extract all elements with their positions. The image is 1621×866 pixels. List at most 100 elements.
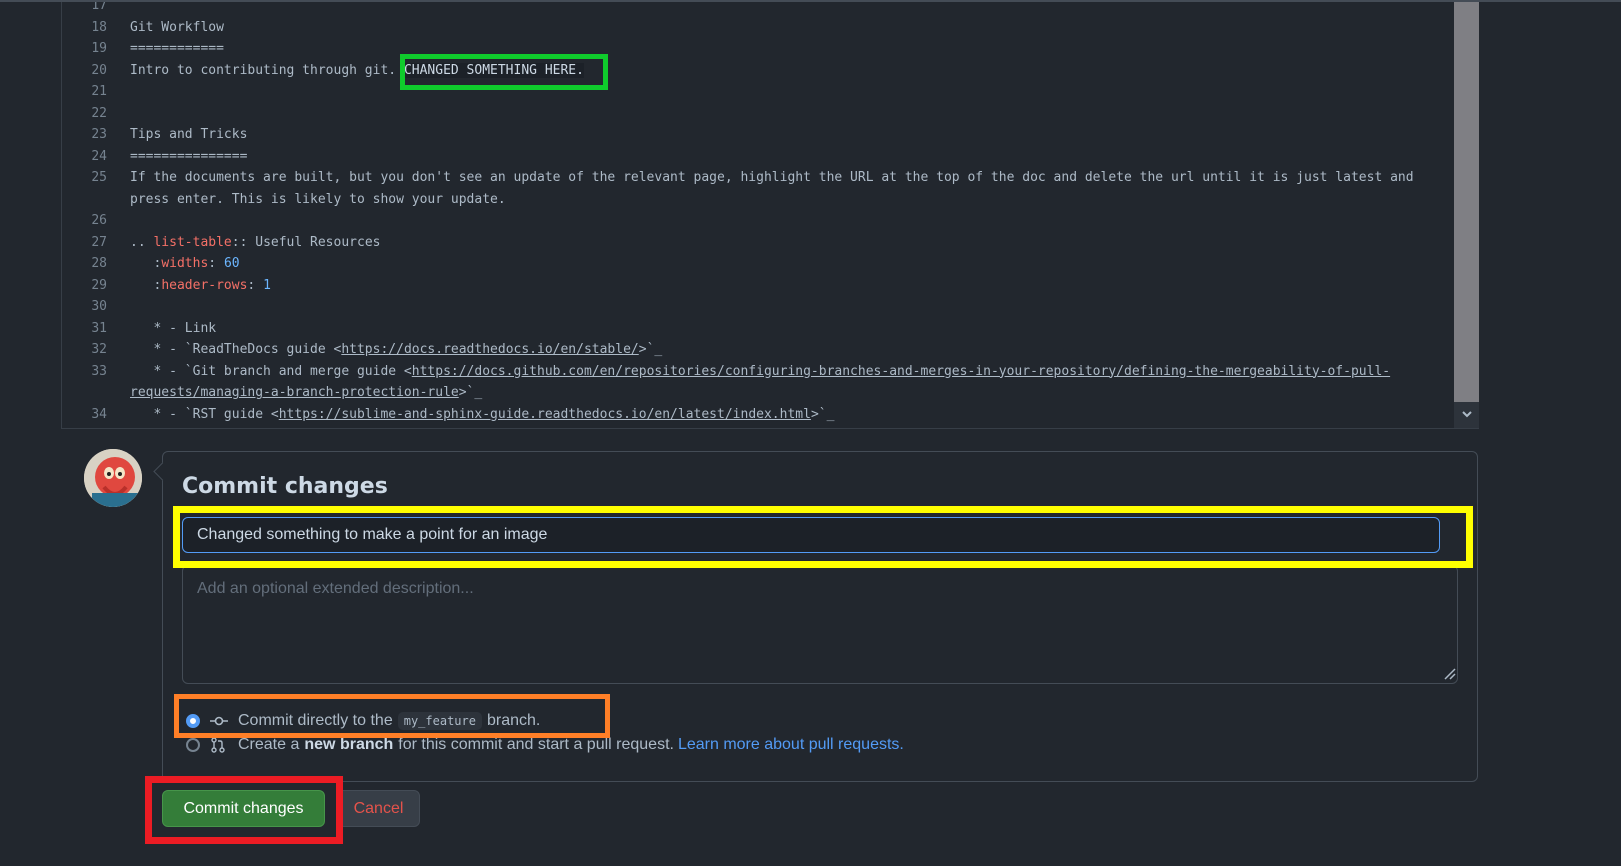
- line-prefix: * - `ReadTheDocs guide <: [130, 342, 342, 357]
- line-number: 31: [91, 320, 107, 336]
- line-content: Tips and Tricks: [130, 127, 248, 142]
- line-number: 27: [91, 234, 107, 250]
- option-direct-text: Commit directly to the: [238, 712, 393, 729]
- user-avatar: [84, 449, 142, 507]
- line-text: If the documents are built, but you don'…: [130, 167, 1414, 189]
- code-line[interactable]: 23 Tips and Tricks: [62, 124, 1453, 146]
- code-line[interactable]: requests/managing-a-branch-protection-ru…: [62, 382, 1453, 404]
- line-number: 29: [91, 277, 107, 293]
- code-line[interactable]: 24 ===============: [62, 146, 1453, 168]
- cancel-button[interactable]: Cancel: [337, 790, 420, 827]
- radio-new-branch[interactable]: [186, 738, 200, 752]
- code-line[interactable]: 33 * - `Git branch and merge guide <http…: [62, 361, 1453, 383]
- code-line[interactable]: 28 :widths: 60: [62, 253, 1453, 275]
- option-new-bold: new branch: [304, 736, 394, 753]
- line-number: 21: [91, 84, 107, 99]
- line-text: * - `ReadTheDocs guide <https://docs.rea…: [130, 339, 662, 361]
- editor-scrollbar[interactable]: [1454, 2, 1479, 428]
- line-text: press enter. This is likely to show your…: [130, 189, 506, 211]
- code-line[interactable]: 30: [62, 296, 1453, 318]
- line-number: 17: [91, 2, 107, 13]
- code-lines[interactable]: 17 18 Git Workflow 19 ============ 20 Intro to…: [62, 2, 1453, 428]
- line-content: If the documents are built, but you don'…: [130, 170, 1414, 185]
- code-link[interactable]: https://docs.readthedocs.io/en/stable/: [341, 342, 638, 357]
- learn-more-link[interactable]: Learn more about pull requests.: [678, 736, 904, 754]
- line-number: 20: [91, 62, 107, 78]
- line-text: requests/managing-a-branch-protection-ru…: [130, 382, 482, 404]
- line-content: ===============: [130, 148, 248, 164]
- code-line[interactable]: 27.. list-table:: Useful Resources: [62, 232, 1453, 254]
- resize-handle-icon[interactable]: [1440, 664, 1456, 680]
- line-prefix: ..: [130, 234, 154, 250]
- option-direct-suffix: branch.: [486, 712, 541, 729]
- line-text: * - `RST guide <https://sublime-and-sphi…: [130, 404, 834, 426]
- line-number: 32: [91, 342, 107, 357]
- code-line[interactable]: 22: [62, 103, 1453, 125]
- rst-directive: widths: [161, 256, 209, 271]
- line-number: 19: [91, 41, 107, 56]
- line-content: ============: [130, 41, 224, 56]
- code-line[interactable]: 18 Git Workflow: [62, 17, 1453, 39]
- line-number: 25: [91, 170, 107, 185]
- commit-title: Commit changes: [182, 474, 388, 499]
- line-number: 24: [91, 148, 107, 164]
- scroll-down-chevron-icon[interactable]: [1454, 405, 1479, 427]
- line-text: * - Link: [130, 318, 216, 340]
- line-text: Tips and Tricks: [130, 124, 247, 146]
- code-line[interactable]: 17: [62, 2, 1453, 17]
- option-commit-direct[interactable]: Commit directly to the my_feature branch…: [186, 710, 540, 732]
- line-content: press enter. This is likely to show your…: [130, 191, 506, 207]
- line-rest: :: [208, 256, 224, 271]
- rst-directive: header-rows: [161, 277, 248, 293]
- line-text: :header-rows: 1: [130, 275, 271, 297]
- commit-changes-button[interactable]: Commit changes: [162, 790, 325, 827]
- line-text: Intro to contributing through git. CHANG…: [130, 60, 584, 82]
- code-line[interactable]: 25 If the documents are built, but you do…: [62, 167, 1453, 189]
- line-number: 34: [91, 406, 107, 422]
- line-number: 23: [91, 127, 107, 142]
- line-number: 18: [91, 19, 107, 35]
- highlighted-change: CHANGED SOMETHING HERE.: [403, 62, 584, 78]
- line-prefix: * - `RST guide <: [130, 406, 279, 422]
- code-line[interactable]: 34 * - `RST guide <https://sublime-and-s…: [62, 404, 1453, 426]
- code-line[interactable]: 32 * - `ReadTheDocs guide <https://docs.…: [62, 339, 1453, 361]
- code-line[interactable]: 26: [62, 210, 1453, 232]
- line-text: :widths: 60: [130, 253, 239, 275]
- line-text: ============: [130, 38, 224, 60]
- line-suffix: >`_: [458, 385, 483, 400]
- option-new-branch[interactable]: Create a new branch for this commit and …: [186, 734, 904, 756]
- radio-commit-direct[interactable]: [186, 714, 200, 728]
- line-suffix: >`_: [638, 342, 663, 357]
- code-line[interactable]: 19 ============: [62, 38, 1453, 60]
- line-text: Git Workflow: [130, 17, 224, 39]
- commit-description-textarea[interactable]: [182, 565, 1458, 684]
- code-line[interactable]: 31 * - Link: [62, 318, 1453, 340]
- line-rest: :: Useful Resources: [231, 234, 381, 250]
- line-text: * - `Git branch and merge guide <https:/…: [130, 361, 1390, 383]
- scrollbar-thumb[interactable]: [1454, 2, 1479, 402]
- line-prefix: :: [130, 256, 162, 271]
- rst-directive: list-table: [153, 234, 232, 250]
- commit-summary-input[interactable]: [182, 517, 1440, 553]
- code-line[interactable]: 29 :header-rows: 1: [62, 275, 1453, 297]
- line-suffix: >`_: [810, 406, 835, 422]
- line-prefix: * - `Git branch and merge guide <: [130, 363, 412, 379]
- code-line[interactable]: 21: [62, 81, 1453, 103]
- code-link[interactable]: requests/managing-a-branch-protection-ru…: [130, 385, 459, 400]
- line-number: 22: [91, 105, 107, 121]
- code-editor[interactable]: 17 18 Git Workflow 19 ============ 20 Intro to…: [61, 2, 1479, 429]
- line-text: .. list-table:: Useful Resources: [130, 232, 380, 254]
- line-number: 28: [91, 256, 107, 271]
- code-line[interactable]: 20 Intro to contributing through git. CHA…: [62, 60, 1453, 82]
- code-link[interactable]: https://docs.github.com/en/repositories/…: [412, 364, 1390, 379]
- code-line[interactable]: press enter. This is likely to show your…: [62, 189, 1453, 211]
- git-pull-request-icon: [210, 737, 230, 753]
- option-value: 1: [263, 277, 271, 293]
- line-content: Intro to contributing through git.: [130, 62, 397, 78]
- option-new-suffix: for this commit and start a pull request…: [398, 736, 674, 753]
- line-content: Git Workflow: [130, 19, 224, 35]
- line-number: 33: [91, 363, 107, 379]
- line-text: ===============: [130, 146, 247, 168]
- line-number: 26: [91, 213, 107, 228]
- code-link[interactable]: https://sublime-and-sphinx-guide.readthe…: [279, 407, 811, 422]
